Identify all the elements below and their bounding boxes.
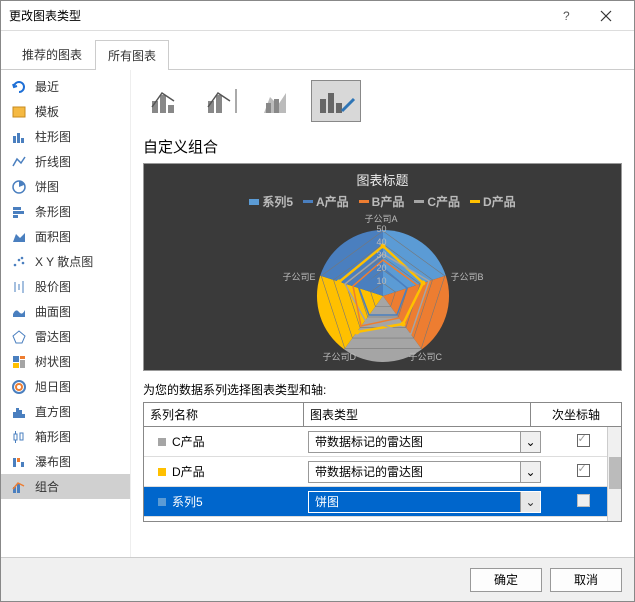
change-chart-type-dialog: 更改图表类型 ? 推荐的图表 所有图表 最近 模板 柱形图 折线图 饼图 条形图…: [0, 0, 635, 602]
grid-header-axis: 次坐标轴: [531, 403, 621, 426]
recent-icon: [11, 79, 27, 95]
chart-type-dropdown[interactable]: 带数据标记的雷达图⌄: [308, 431, 541, 453]
chart-preview: 图表标题 系列5 A产品 B产品 C产品 D产品: [143, 163, 622, 371]
section-title: 自定义组合: [143, 136, 622, 157]
sidebar-item-line[interactable]: 折线图: [1, 149, 130, 174]
secondary-axis-checkbox-disabled: [577, 494, 590, 507]
chevron-down-icon: ⌄: [520, 432, 540, 452]
series-row-selected[interactable]: 系列5 饼图⌄: [144, 487, 621, 517]
sidebar-item-histogram[interactable]: 直方图: [1, 399, 130, 424]
sidebar-item-area[interactable]: 面积图: [1, 224, 130, 249]
grid-header-name: 系列名称: [144, 403, 304, 426]
series-row[interactable]: D产品 带数据标记的雷达图⌄: [144, 457, 621, 487]
series-row[interactable]: C产品 带数据标记的雷达图⌄: [144, 427, 621, 457]
sidebar-item-bar[interactable]: 条形图: [1, 199, 130, 224]
chart-type-dropdown[interactable]: 饼图⌄: [308, 491, 541, 513]
radar-chart: 子公司A 子公司B 子公司C 子公司D 子公司E 50 40 30 20 10: [293, 214, 473, 370]
combo-thumb-3[interactable]: [255, 80, 305, 122]
grid-header-type: 图表类型: [304, 403, 531, 426]
combo-thumb-2[interactable]: [199, 80, 249, 122]
pie-icon: [11, 179, 27, 195]
series-grid: 系列名称 图表类型 次坐标轴 C产品 带数据标记的雷达图⌄ D产品 带数据标记的…: [143, 402, 622, 522]
sidebar-item-radar[interactable]: 雷达图: [1, 324, 130, 349]
waterfall-icon: [11, 454, 27, 470]
sidebar-item-sunburst[interactable]: 旭日图: [1, 374, 130, 399]
chevron-down-icon: ⌄: [520, 462, 540, 482]
area-icon: [11, 229, 27, 245]
stock-icon: [11, 279, 27, 295]
cancel-button[interactable]: 取消: [550, 568, 622, 592]
surface-icon: [11, 304, 27, 320]
secondary-axis-checkbox[interactable]: [577, 434, 590, 447]
series-color-swatch: [158, 438, 166, 446]
radar-icon: [11, 329, 27, 345]
sidebar-item-stock[interactable]: 股价图: [1, 274, 130, 299]
line-icon: [11, 154, 27, 170]
sunburst-icon: [11, 379, 27, 395]
main-panel: 自定义组合 图表标题 系列5 A产品 B产品 C产品 D产品: [131, 70, 634, 557]
sidebar-item-box[interactable]: 箱形图: [1, 424, 130, 449]
combo-thumb-1[interactable]: [143, 80, 193, 122]
chart-type-dropdown[interactable]: 带数据标记的雷达图⌄: [308, 461, 541, 483]
sidebar-item-column[interactable]: 柱形图: [1, 124, 130, 149]
sidebar-item-scatter[interactable]: X Y 散点图: [1, 249, 130, 274]
combo-thumb-custom[interactable]: [311, 80, 361, 122]
sidebar-item-pie[interactable]: 饼图: [1, 174, 130, 199]
tabs: 推荐的图表 所有图表: [1, 31, 634, 70]
histogram-icon: [11, 404, 27, 420]
chart-type-sidebar: 最近 模板 柱形图 折线图 饼图 条形图 面积图 X Y 散点图 股价图 曲面图…: [1, 70, 131, 557]
box-icon: [11, 429, 27, 445]
window-title: 更改图表类型: [9, 7, 546, 24]
combo-icon: [11, 479, 27, 495]
sidebar-item-surface[interactable]: 曲面图: [1, 299, 130, 324]
scatter-icon: [11, 254, 27, 270]
bar-icon: [11, 204, 27, 220]
series-section-label: 为您的数据系列选择图表类型和轴:: [143, 381, 622, 398]
chevron-down-icon: ⌄: [520, 492, 540, 512]
sidebar-item-combo[interactable]: 组合: [1, 474, 130, 499]
series-color-swatch: [158, 498, 166, 506]
combo-subtype-thumbs: [143, 80, 622, 122]
ok-button[interactable]: 确定: [470, 568, 542, 592]
column-icon: [11, 129, 27, 145]
svg-text:?: ?: [563, 10, 570, 22]
template-icon: [11, 104, 27, 120]
sidebar-item-template[interactable]: 模板: [1, 99, 130, 124]
secondary-axis-checkbox[interactable]: [577, 464, 590, 477]
sidebar-item-waterfall[interactable]: 瀑布图: [1, 449, 130, 474]
preview-legend: 系列5 A产品 B产品 C产品 D产品: [249, 193, 515, 210]
tree-icon: [11, 354, 27, 370]
sidebar-item-tree[interactable]: 树状图: [1, 349, 130, 374]
series-color-swatch: [158, 468, 166, 476]
dialog-footer: 确定 取消: [1, 557, 634, 601]
help-button[interactable]: ?: [546, 2, 586, 30]
tab-recommended[interactable]: 推荐的图表: [9, 39, 95, 69]
sidebar-item-recent[interactable]: 最近: [1, 74, 130, 99]
close-button[interactable]: [586, 2, 626, 30]
tab-all[interactable]: 所有图表: [95, 40, 169, 70]
titlebar: 更改图表类型 ?: [1, 1, 634, 31]
scrollbar-thumb[interactable]: [609, 457, 621, 489]
preview-title: 图表标题: [356, 170, 408, 189]
scrollbar[interactable]: [607, 427, 621, 521]
